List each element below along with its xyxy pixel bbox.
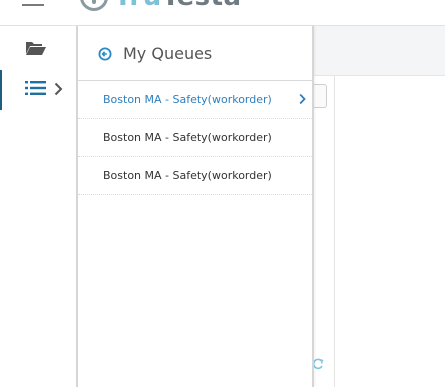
queue-item-label: Boston MA - Safety(workorder)	[103, 169, 272, 182]
list-icon	[25, 80, 46, 100]
content-divider	[334, 76, 335, 387]
logo-text-part1: Tru	[114, 0, 162, 12]
rail-item-queues[interactable]	[0, 70, 76, 110]
my-queues-panel: My Queues Boston MA - Safety(workorder) …	[76, 26, 314, 387]
queue-item[interactable]: Boston MA - Safety(workorder)	[78, 119, 312, 157]
background-input[interactable]	[314, 84, 327, 108]
logo-text: TruTesta	[114, 0, 242, 10]
hamburger-icon[interactable]	[22, 0, 46, 8]
chevron-right-icon	[54, 81, 63, 100]
logo-text-part2: Testa	[162, 0, 242, 12]
app-page: TruTesta	[0, 0, 445, 387]
left-icon-rail	[0, 26, 76, 387]
logo-mark-icon	[80, 0, 108, 11]
chevron-right-icon	[299, 93, 306, 108]
queue-item-label: Boston MA - Safety(workorder)	[103, 93, 272, 106]
top-header: TruTesta	[0, 0, 445, 26]
rail-item-folders[interactable]	[0, 30, 76, 70]
queue-item[interactable]: Boston MA - Safety(workorder)	[78, 157, 312, 195]
content-toolbar	[314, 26, 445, 76]
app-logo[interactable]: TruTesta	[80, 0, 242, 11]
arrow-left-circle-icon[interactable]	[98, 46, 112, 61]
panel-header: My Queues	[78, 26, 312, 81]
panel-title: My Queues	[123, 43, 213, 63]
queue-item[interactable]: Boston MA - Safety(workorder)	[78, 81, 312, 119]
folder-open-icon	[25, 40, 47, 60]
queue-item-label: Boston MA - Safety(workorder)	[103, 131, 272, 144]
